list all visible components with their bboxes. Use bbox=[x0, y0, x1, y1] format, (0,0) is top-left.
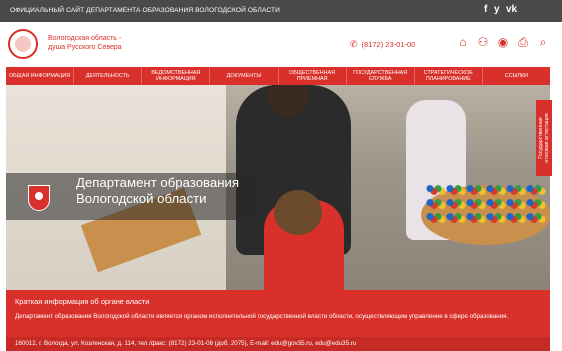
nav-item-activity[interactable]: ДЕЯТЕЛЬНОСТЬ bbox=[74, 67, 143, 85]
print-icon[interactable]: ⎙ bbox=[516, 34, 530, 50]
nav-item-departmental[interactable]: ВЕДОМСТВЕННАЯ ИНФОРМАЦИЯ bbox=[142, 67, 211, 85]
top-bar: ОФИЦИАЛЬНЫЙ САЙТ ДЕПАРТАМЕНТА ОБРАЗОВАНИ… bbox=[0, 0, 562, 22]
main-nav: ОБЩАЯ ИНФОРМАЦИЯ ДЕЯТЕЛЬНОСТЬ ВЕДОМСТВЕН… bbox=[6, 67, 550, 85]
site-caption: ОФИЦИАЛЬНЫЙ САЙТ ДЕПАРТАМЕНТА ОБРАЗОВАНИ… bbox=[10, 7, 280, 14]
vk-icon[interactable]: vk bbox=[506, 4, 517, 15]
hero-title: Департамент образования Вологодской обла… bbox=[76, 175, 240, 206]
footer-address: 160012, г. Вологда, ул. Козленская, д. 1… bbox=[15, 340, 357, 347]
hero-photo-beads bbox=[426, 183, 546, 223]
nav-item-links[interactable]: ССЫЛКИ bbox=[483, 67, 550, 85]
hero-photo-girl-head bbox=[274, 190, 322, 235]
footer-address-bar: 160012, г. Вологда, ул. Козленская, д. 1… bbox=[6, 337, 550, 351]
site-logo[interactable] bbox=[8, 29, 38, 59]
coat-of-arms-icon bbox=[28, 185, 50, 211]
header-icons: ⌂ ⚇ ◉ ⎙ ⌕ bbox=[456, 34, 550, 50]
brand-tagline[interactable]: Вологодская область - душа Русского Севе… bbox=[48, 34, 122, 52]
state-exam-tab[interactable]: Государственная итоговая аттестация bbox=[536, 100, 552, 176]
home-icon[interactable]: ⌂ bbox=[456, 34, 470, 50]
hero-title-overlay: Департамент образования Вологодской обла… bbox=[6, 173, 256, 220]
phone-number[interactable]: ✆ (8172) 23-01-00 bbox=[350, 39, 415, 50]
nav-item-civil-service[interactable]: ГОСУДАРСТВЕННАЯ СЛУЖБА bbox=[347, 67, 415, 85]
search-icon[interactable]: ⌕ bbox=[536, 34, 550, 50]
phone-icon: ✆ bbox=[350, 39, 358, 49]
info-panel: Краткая информация об органе власти Депа… bbox=[6, 290, 550, 337]
eye-icon[interactable]: ◉ bbox=[496, 34, 510, 50]
info-heading: Краткая информация об органе власти bbox=[15, 297, 150, 306]
facebook-icon[interactable]: f bbox=[484, 4, 487, 15]
twitter-icon[interactable]: y bbox=[494, 4, 500, 15]
nav-item-reception[interactable]: ОБЩЕСТВЕННАЯ ПРИЕМНАЯ bbox=[279, 67, 347, 85]
info-description: Департамент образования Вологодской обла… bbox=[15, 313, 509, 320]
header: Вологодская область - душа Русского Севе… bbox=[0, 22, 562, 67]
nav-item-strategic[interactable]: СТРАТЕГИЧЕСКОЕ ПЛАНИРОВАНИЕ bbox=[415, 67, 483, 85]
nav-item-general[interactable]: ОБЩАЯ ИНФОРМАЦИЯ bbox=[6, 67, 75, 85]
nav-item-documents[interactable]: ДОКУМЕНТЫ bbox=[210, 67, 279, 85]
sitemap-icon[interactable]: ⚇ bbox=[476, 34, 490, 50]
